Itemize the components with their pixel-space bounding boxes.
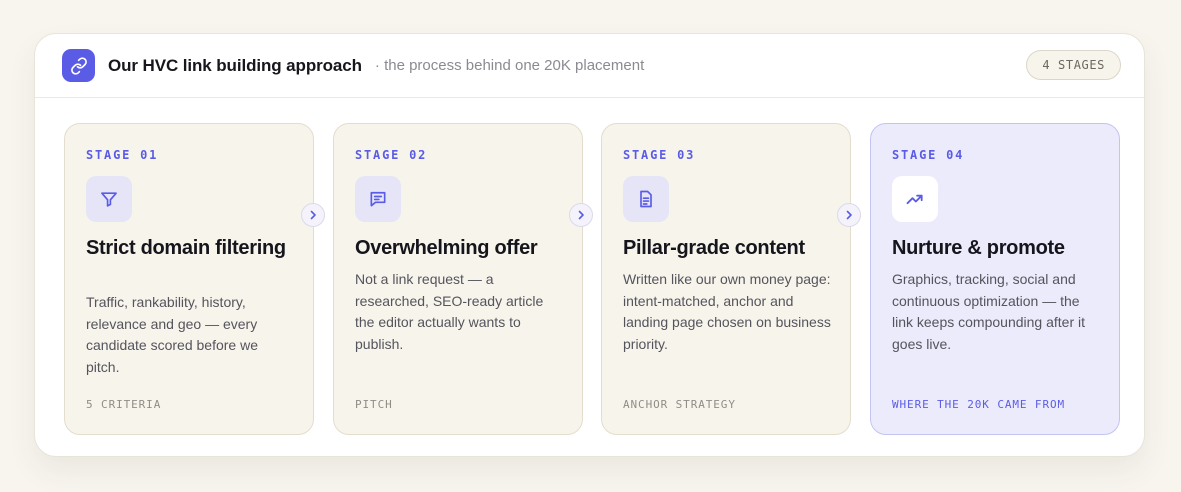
stage-card-3: STAGE 03 Pillar-grade content Written li… <box>601 123 851 435</box>
stage-card-2: STAGE 02 Overwhelming offer Not a link r… <box>333 123 583 435</box>
stages-count-badge: 4 STAGES <box>1026 50 1121 80</box>
panel-header: Our HVC link building approach · the pro… <box>35 34 1144 98</box>
chevron-right-icon <box>837 203 861 227</box>
document-icon <box>623 176 669 222</box>
stage-description: Graphics, tracking, social and continuou… <box>892 271 1085 352</box>
stage-label: STAGE 04 <box>892 148 965 162</box>
chevron-right-icon <box>569 203 593 227</box>
stage-description: Written like our own money page: intent-… <box>623 271 831 352</box>
stage-title: Pillar-grade content <box>623 237 805 259</box>
link-icon <box>62 49 95 82</box>
page-subtitle: · the process behind one 20K placement <box>374 57 645 74</box>
stage-card-1: STAGE 01 Strict domain filtering Traffic… <box>64 123 314 435</box>
stage-footer: WHERE THE 20K CAME FROM <box>892 398 1066 411</box>
stage-footer: 5 CRITERIA <box>86 398 162 411</box>
stage-label: STAGE 02 <box>355 148 428 162</box>
approach-panel: Our HVC link building approach · the pro… <box>34 33 1145 457</box>
stage-footer: ANCHOR STRATEGY <box>623 398 736 411</box>
page-title: Our HVC link building approach <box>108 55 362 75</box>
stage-label: STAGE 03 <box>623 148 696 162</box>
message-icon <box>355 176 401 222</box>
stage-footer: PITCH <box>355 398 393 411</box>
stage-card-4: STAGE 04 Nurture & promote Graphics, tra… <box>870 123 1120 435</box>
stage-description: Not a link request — a researched, SEO-r… <box>355 271 544 352</box>
stage-label: STAGE 01 <box>86 148 159 162</box>
stage-title: Overwhelming offer <box>355 237 538 259</box>
trending-up-icon <box>892 176 938 222</box>
chevron-right-icon <box>301 203 325 227</box>
stage-title: Strict domain filtering <box>86 237 286 259</box>
filter-icon <box>86 176 132 222</box>
stage-title: Nurture & promote <box>892 237 1065 259</box>
stage-description: Traffic, rankability, history, relevance… <box>86 294 258 375</box>
